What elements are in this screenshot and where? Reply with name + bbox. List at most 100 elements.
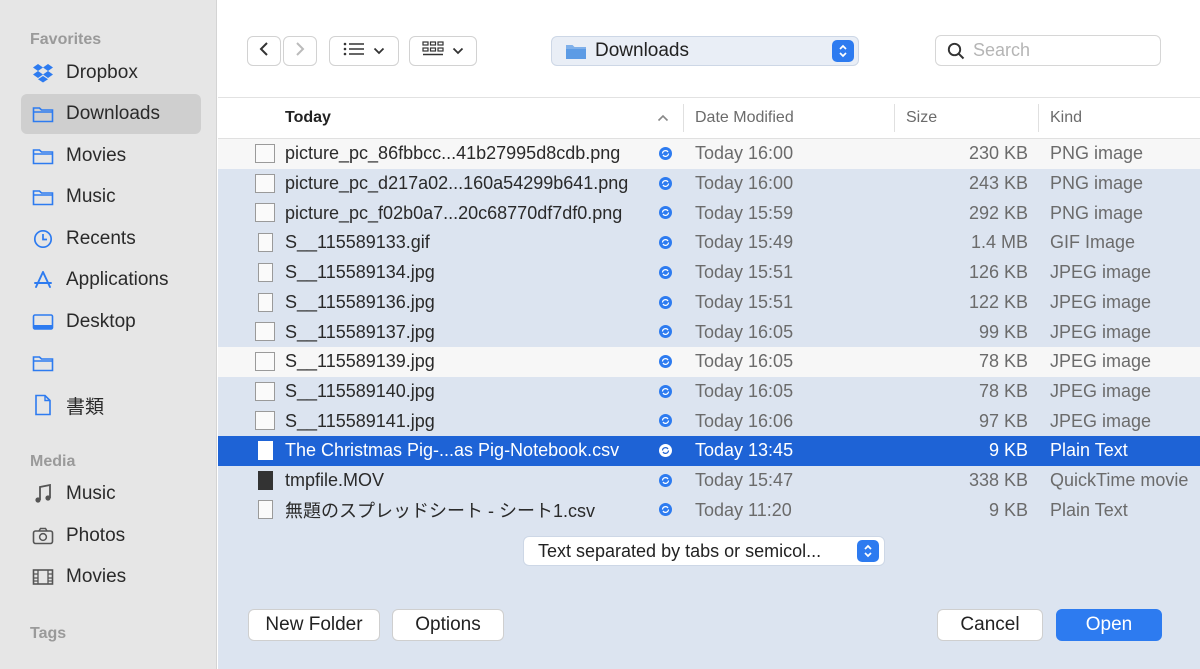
sidebar-item-movies[interactable]: Movies bbox=[21, 136, 201, 176]
applications-icon bbox=[32, 269, 54, 291]
file-name: picture_pc_d217a02...160a54299b641.png bbox=[285, 173, 629, 194]
document-icon bbox=[32, 394, 54, 416]
image-file-icon bbox=[255, 144, 275, 163]
sidebar-item-label: Downloads bbox=[66, 103, 160, 124]
sync-status-icon bbox=[659, 503, 672, 517]
cancel-button[interactable]: Cancel bbox=[937, 609, 1043, 641]
format-popup[interactable]: Text separated by tabs or semicol... bbox=[523, 536, 885, 566]
grid-icon bbox=[422, 40, 444, 62]
file-kind: JPEG image bbox=[1050, 380, 1152, 401]
file-size: 78 KB bbox=[978, 380, 1028, 401]
file-date: Today 16:05 bbox=[695, 380, 794, 401]
file-size: 1.4 MB bbox=[970, 232, 1028, 253]
document-file-icon bbox=[258, 292, 273, 312]
column-date-header[interactable]: Date Modified bbox=[695, 98, 794, 138]
dropbox-icon bbox=[32, 62, 54, 84]
sidebar-item-folder[interactable] bbox=[21, 343, 201, 383]
sidebar-item-recents[interactable]: Recents bbox=[21, 219, 201, 259]
document-file-icon bbox=[258, 500, 273, 520]
column-size-header[interactable]: Size bbox=[906, 98, 937, 138]
bottom-bar: Text separated by tabs or semicol... New… bbox=[218, 529, 1200, 669]
sidebar-item-label: Movies bbox=[66, 566, 127, 587]
sidebar-item-media-movies[interactable]: Movies bbox=[21, 557, 201, 597]
sidebar-item-media-music[interactable]: Music bbox=[21, 474, 201, 514]
column-kind-header[interactable]: Kind bbox=[1050, 98, 1082, 138]
sidebar-item-applications[interactable]: Applications bbox=[21, 260, 201, 300]
file-row[interactable]: picture_pc_f02b0a7...20c68770df7df0.png T… bbox=[218, 198, 1200, 228]
sidebar-item-documents[interactable]: 書類 bbox=[21, 385, 201, 425]
sidebar-item-downloads[interactable]: Downloads bbox=[21, 94, 201, 134]
file-date: Today 15:47 bbox=[695, 470, 794, 491]
search-field[interactable]: Search bbox=[935, 35, 1161, 66]
file-kind: JPEG image bbox=[1050, 262, 1152, 283]
format-popup-label: Text separated by tabs or semicol... bbox=[538, 540, 822, 561]
file-row[interactable]: S__115589136.jpg Today 15:51 122 KB JPEG im… bbox=[218, 288, 1200, 318]
column-divider[interactable] bbox=[894, 104, 895, 132]
file-row[interactable]: The Christmas Pig-...as Pig-Notebook.csv… bbox=[218, 436, 1200, 466]
folder-icon bbox=[32, 186, 54, 208]
file-kind: JPEG image bbox=[1050, 291, 1152, 312]
file-date: Today 16:05 bbox=[695, 321, 794, 342]
back-button[interactable] bbox=[247, 36, 281, 66]
chevron-left-icon bbox=[258, 41, 270, 62]
open-button[interactable]: Open bbox=[1056, 609, 1162, 641]
group-button[interactable] bbox=[409, 36, 477, 66]
file-name: S__115589139.jpg bbox=[285, 351, 435, 372]
column-divider[interactable] bbox=[1038, 104, 1039, 132]
file-kind: Plain Text bbox=[1050, 440, 1128, 461]
chevron-down-icon bbox=[373, 42, 385, 60]
forward-button[interactable] bbox=[283, 36, 317, 66]
sidebar: Favorites Dropbox Downloads Movies Music… bbox=[0, 0, 217, 669]
chevron-down-icon bbox=[452, 42, 464, 60]
list-view-button[interactable] bbox=[329, 36, 399, 66]
folder-icon bbox=[32, 145, 54, 167]
file-size: 97 KB bbox=[978, 410, 1028, 431]
file-row[interactable]: tmpfile.MOV Today 15:47 338 KB QuickTime mo… bbox=[218, 466, 1200, 496]
image-file-icon bbox=[255, 411, 275, 431]
file-row[interactable]: S__115589137.jpg Today 16:05 99 KB JPEG ima… bbox=[218, 317, 1200, 347]
column-name-header[interactable]: Today bbox=[285, 98, 331, 138]
file-row[interactable]: 無題のスプレッドシート - シート1.csv Today 11:20 9 KB Pla… bbox=[218, 495, 1200, 525]
options-button[interactable]: Options bbox=[392, 609, 504, 641]
file-row[interactable]: S__115589139.jpg Today 16:05 78 KB JPEG ima… bbox=[218, 346, 1200, 377]
file-list[interactable]: picture_pc_86fbbcc...41b27995d8cdb.png To… bbox=[218, 139, 1200, 529]
toolbar: Downloads Search bbox=[218, 0, 1200, 98]
file-row[interactable]: picture_pc_86fbbcc...41b27995d8cdb.png To… bbox=[218, 139, 1200, 169]
location-popup[interactable]: Downloads bbox=[551, 36, 859, 66]
sidebar-item-photos[interactable]: Photos bbox=[21, 516, 201, 556]
file-row[interactable]: S__115589140.jpg Today 16:05 78 KB JPEG ima… bbox=[218, 377, 1200, 407]
image-file-icon bbox=[255, 173, 275, 193]
sort-ascending-icon[interactable] bbox=[657, 98, 669, 138]
file-size: 122 KB bbox=[968, 291, 1028, 312]
file-kind: JPEG image bbox=[1050, 321, 1152, 342]
file-size: 99 KB bbox=[978, 321, 1028, 342]
sidebar-section-media: Media bbox=[30, 453, 76, 470]
updown-chevron-icon bbox=[832, 40, 854, 62]
sync-status-icon bbox=[659, 414, 672, 428]
sync-status-icon bbox=[659, 206, 672, 220]
search-icon bbox=[947, 42, 965, 60]
sidebar-section-tags: Tags bbox=[30, 625, 67, 642]
file-size: 9 KB bbox=[988, 499, 1028, 520]
column-header: Today Date Modified Size Kind bbox=[218, 98, 1200, 139]
file-row[interactable]: S__115589133.gif Today 15:49 1.4 MB GIF Ima… bbox=[218, 228, 1200, 258]
new-folder-button[interactable]: New Folder bbox=[248, 609, 380, 641]
sync-status-icon bbox=[659, 147, 672, 160]
sidebar-item-desktop[interactable]: Desktop bbox=[21, 302, 201, 342]
file-kind: GIF Image bbox=[1050, 232, 1136, 253]
sidebar-item-dropbox[interactable]: Dropbox bbox=[21, 53, 201, 93]
file-row[interactable]: picture_pc_d217a02...160a54299b641.png To… bbox=[218, 169, 1200, 199]
document-file-icon bbox=[258, 441, 273, 460]
image-file-icon bbox=[255, 351, 275, 371]
list-icon bbox=[343, 42, 365, 61]
file-row[interactable]: S__115589134.jpg Today 15:51 126 KB JPEG im… bbox=[218, 258, 1200, 288]
file-date: Today 11:20 bbox=[695, 499, 792, 520]
column-divider[interactable] bbox=[683, 104, 684, 132]
sidebar-item-music[interactable]: Music bbox=[21, 177, 201, 217]
file-kind: QuickTime movie bbox=[1050, 470, 1189, 491]
image-file-icon bbox=[255, 381, 275, 401]
sidebar-item-label: Music bbox=[66, 186, 116, 207]
file-row[interactable]: S__115589141.jpg Today 16:06 97 KB JPEG ima… bbox=[218, 406, 1200, 436]
file-name: S__115589133.gif bbox=[285, 232, 430, 253]
file-name: picture_pc_f02b0a7...20c68770df7df0.png bbox=[285, 202, 623, 223]
